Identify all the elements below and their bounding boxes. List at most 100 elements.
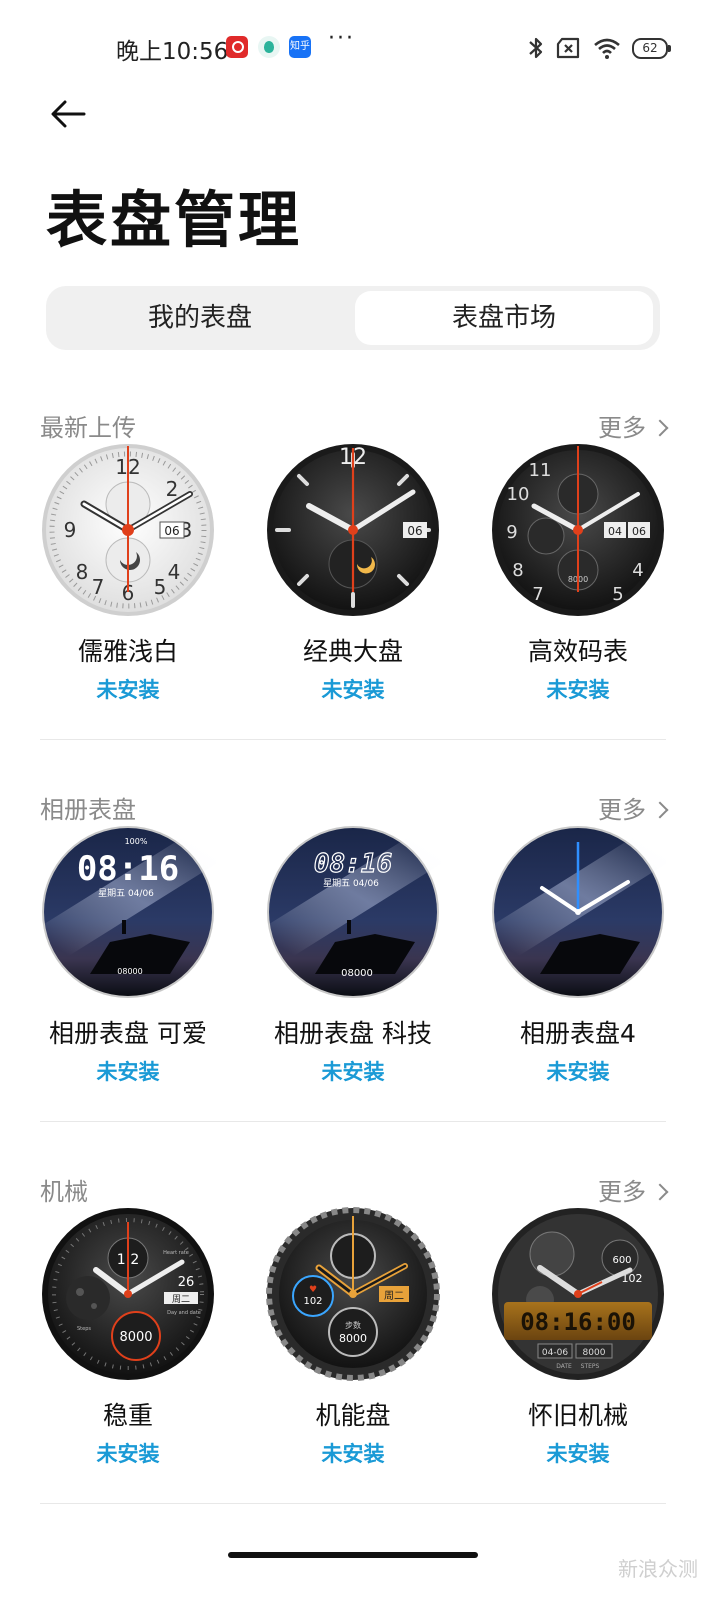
divider bbox=[40, 1121, 666, 1122]
face-card-classic[interactable]: 12 06 经典大盘 未安装 bbox=[253, 442, 453, 704]
time-readout: 08:16:00 bbox=[520, 1308, 636, 1336]
svg-text:7: 7 bbox=[532, 584, 543, 605]
date-window: 06 bbox=[164, 524, 179, 538]
face-card-retro[interactable]: 600 102 08:16:00 04-06 8000 DATE STEPS 怀… bbox=[478, 1206, 678, 1468]
steps-label: STEPS bbox=[581, 1363, 600, 1370]
face-name: 儒雅浅白 bbox=[77, 637, 178, 666]
date-readout: 04-06 bbox=[542, 1348, 568, 1358]
bluetooth-icon bbox=[529, 37, 543, 59]
svg-text:5: 5 bbox=[154, 575, 167, 599]
back-arrow-icon[interactable] bbox=[48, 96, 88, 132]
section-header: 最新上传 bbox=[40, 414, 136, 442]
section-photo: 相册表盘 更多 100% 08:16 星期五 04/06 08000 相册表盘 … bbox=[0, 790, 720, 1140]
face-card-photo-tech[interactable]: 08:16 星期五 04/06 08000 相册表盘 科技 未安装 bbox=[253, 824, 453, 1086]
date-window-1: 04 bbox=[608, 525, 622, 538]
divider bbox=[40, 739, 666, 740]
chevron-right-icon bbox=[651, 801, 669, 819]
watch-face-classic-preview: 12 06 bbox=[267, 444, 439, 616]
face-card-photo-4[interactable]: 相册表盘4 未安装 bbox=[478, 824, 678, 1086]
install-status: 未安装 bbox=[546, 1442, 610, 1466]
steps-readout: 08000 bbox=[117, 967, 142, 976]
more-label: 更多 bbox=[598, 414, 646, 442]
watch-face-steady-preview: 1|2 8000 Steps Heart rate 26 周二 Day and … bbox=[42, 1208, 214, 1380]
svg-text:8: 8 bbox=[512, 560, 523, 581]
steps-label: Steps bbox=[77, 1326, 91, 1332]
tab-my-faces[interactable]: 我的表盘 bbox=[51, 291, 349, 345]
watch-face-photo-tech-preview: 08:16 星期五 04/06 08000 bbox=[265, 826, 441, 998]
app-notification-icon bbox=[258, 36, 280, 58]
tab-face-market[interactable]: 表盘市场 bbox=[355, 291, 653, 345]
face-name: 机能盘 bbox=[315, 1401, 391, 1430]
svg-text:♥: ♥ bbox=[309, 1285, 317, 1295]
svg-text:9: 9 bbox=[64, 518, 77, 542]
svg-text:8: 8 bbox=[76, 560, 89, 584]
install-status: 未安装 bbox=[96, 678, 160, 702]
chevron-right-icon bbox=[651, 419, 669, 437]
install-status: 未安装 bbox=[96, 1442, 160, 1466]
date-readout: 星期五 04/06 bbox=[323, 878, 379, 889]
home-indicator[interactable] bbox=[228, 1552, 478, 1558]
svg-text:10: 10 bbox=[507, 484, 530, 505]
more-link[interactable]: 更多 bbox=[598, 408, 669, 443]
day-date-label: Day and date bbox=[167, 1310, 201, 1316]
svg-text:9: 9 bbox=[506, 522, 517, 543]
heart-rate-readout: 102 bbox=[303, 1296, 322, 1307]
watch-face-white-preview: 1239 6487 5 2 06 bbox=[42, 444, 214, 616]
day-readout: 周二 bbox=[172, 1294, 190, 1305]
time-readout: 08:16 bbox=[314, 849, 392, 879]
battery-readout: 100% bbox=[125, 837, 148, 846]
battery-icon: 62 bbox=[632, 37, 671, 59]
more-link[interactable]: 更多 bbox=[598, 1172, 669, 1207]
page-title: 表盘管理 bbox=[46, 185, 303, 256]
day-readout: 周二 bbox=[384, 1290, 404, 1302]
watch-face-chrono-preview: 11109 8754 8000 04 06 bbox=[492, 444, 664, 616]
face-name: 稳重 bbox=[102, 1401, 153, 1430]
watch-face-photo-4-preview bbox=[490, 826, 666, 998]
steps-readout: 8000 bbox=[583, 1348, 606, 1358]
date-label: DATE bbox=[556, 1363, 572, 1370]
section-mechanical: 机械 更多 1|2 8000 Steps Heart rate 26 周二 Da… bbox=[0, 1172, 720, 1522]
more-label: 更多 bbox=[598, 796, 646, 824]
face-card-photo-cute[interactable]: 100% 08:16 星期五 04/06 08000 相册表盘 可爱 未安装 bbox=[28, 824, 228, 1086]
face-name: 经典大盘 bbox=[302, 637, 403, 666]
svg-text:2: 2 bbox=[166, 477, 179, 501]
face-card-ruya[interactable]: 12 3 9 64875 2 06 儒雅浅白 未安装 bbox=[28, 442, 228, 704]
install-status: 未安装 bbox=[546, 1060, 610, 1084]
steps-label: 步数 bbox=[345, 1320, 361, 1330]
time-readout: 08:16 bbox=[77, 849, 179, 889]
face-name: 相册表盘 可爱 bbox=[49, 1019, 207, 1048]
watermark: 新浪众测 bbox=[618, 1557, 698, 1581]
face-card-chrono[interactable]: 11109 8754 8000 04 06 高效码表 未安装 bbox=[478, 442, 678, 704]
install-status: 未安装 bbox=[321, 678, 385, 702]
watch-face-functional-preview: ♥ 102 步数 8000 周二 bbox=[266, 1207, 440, 1381]
face-name: 相册表盘4 bbox=[520, 1019, 636, 1048]
date-window-2: 06 bbox=[632, 525, 646, 538]
svg-text:7: 7 bbox=[92, 575, 105, 599]
steps-readout: 8000 bbox=[119, 1330, 152, 1345]
temperature-readout: 26 bbox=[178, 1275, 195, 1290]
status-time: 晚上10:56 bbox=[116, 39, 229, 65]
face-card-functional[interactable]: ♥ 102 步数 8000 周二 机能盘 未安装 bbox=[253, 1206, 453, 1468]
steps-readout: 8000 bbox=[339, 1332, 367, 1345]
svg-text:5: 5 bbox=[612, 584, 623, 605]
divider bbox=[40, 1503, 666, 1504]
face-card-steady[interactable]: 1|2 8000 Steps Heart rate 26 周二 Day and … bbox=[28, 1206, 228, 1468]
watch-face-photo-cute-preview: 100% 08:16 星期五 04/06 08000 bbox=[40, 826, 216, 998]
date-readout: 星期五 04/06 bbox=[98, 888, 154, 899]
netease-music-icon bbox=[226, 36, 248, 58]
more-label: 更多 bbox=[598, 1178, 646, 1206]
status-bar: 晚上10:56 知乎 ··· 62 bbox=[0, 26, 720, 68]
face-name: 相册表盘 科技 bbox=[274, 1019, 432, 1048]
section-latest: 最新上传 更多 12 3 9 64875 2 06 儒雅浅白 未安装 12 06… bbox=[0, 408, 720, 758]
svg-text:4: 4 bbox=[632, 560, 643, 581]
zhihu-icon: 知乎 bbox=[289, 36, 311, 58]
install-status: 未安装 bbox=[321, 1442, 385, 1466]
more-notifications-icon: ··· bbox=[328, 26, 355, 51]
svg-text:11: 11 bbox=[529, 460, 552, 481]
date-window: 06 bbox=[407, 524, 422, 538]
tab-switcher: 我的表盘 表盘市场 bbox=[46, 286, 660, 350]
watch-face-retro-preview: 600 102 08:16:00 04-06 8000 DATE STEPS bbox=[492, 1208, 664, 1380]
section-header: 相册表盘 bbox=[40, 796, 136, 824]
section-header: 机械 bbox=[40, 1178, 88, 1206]
more-link[interactable]: 更多 bbox=[598, 790, 669, 825]
